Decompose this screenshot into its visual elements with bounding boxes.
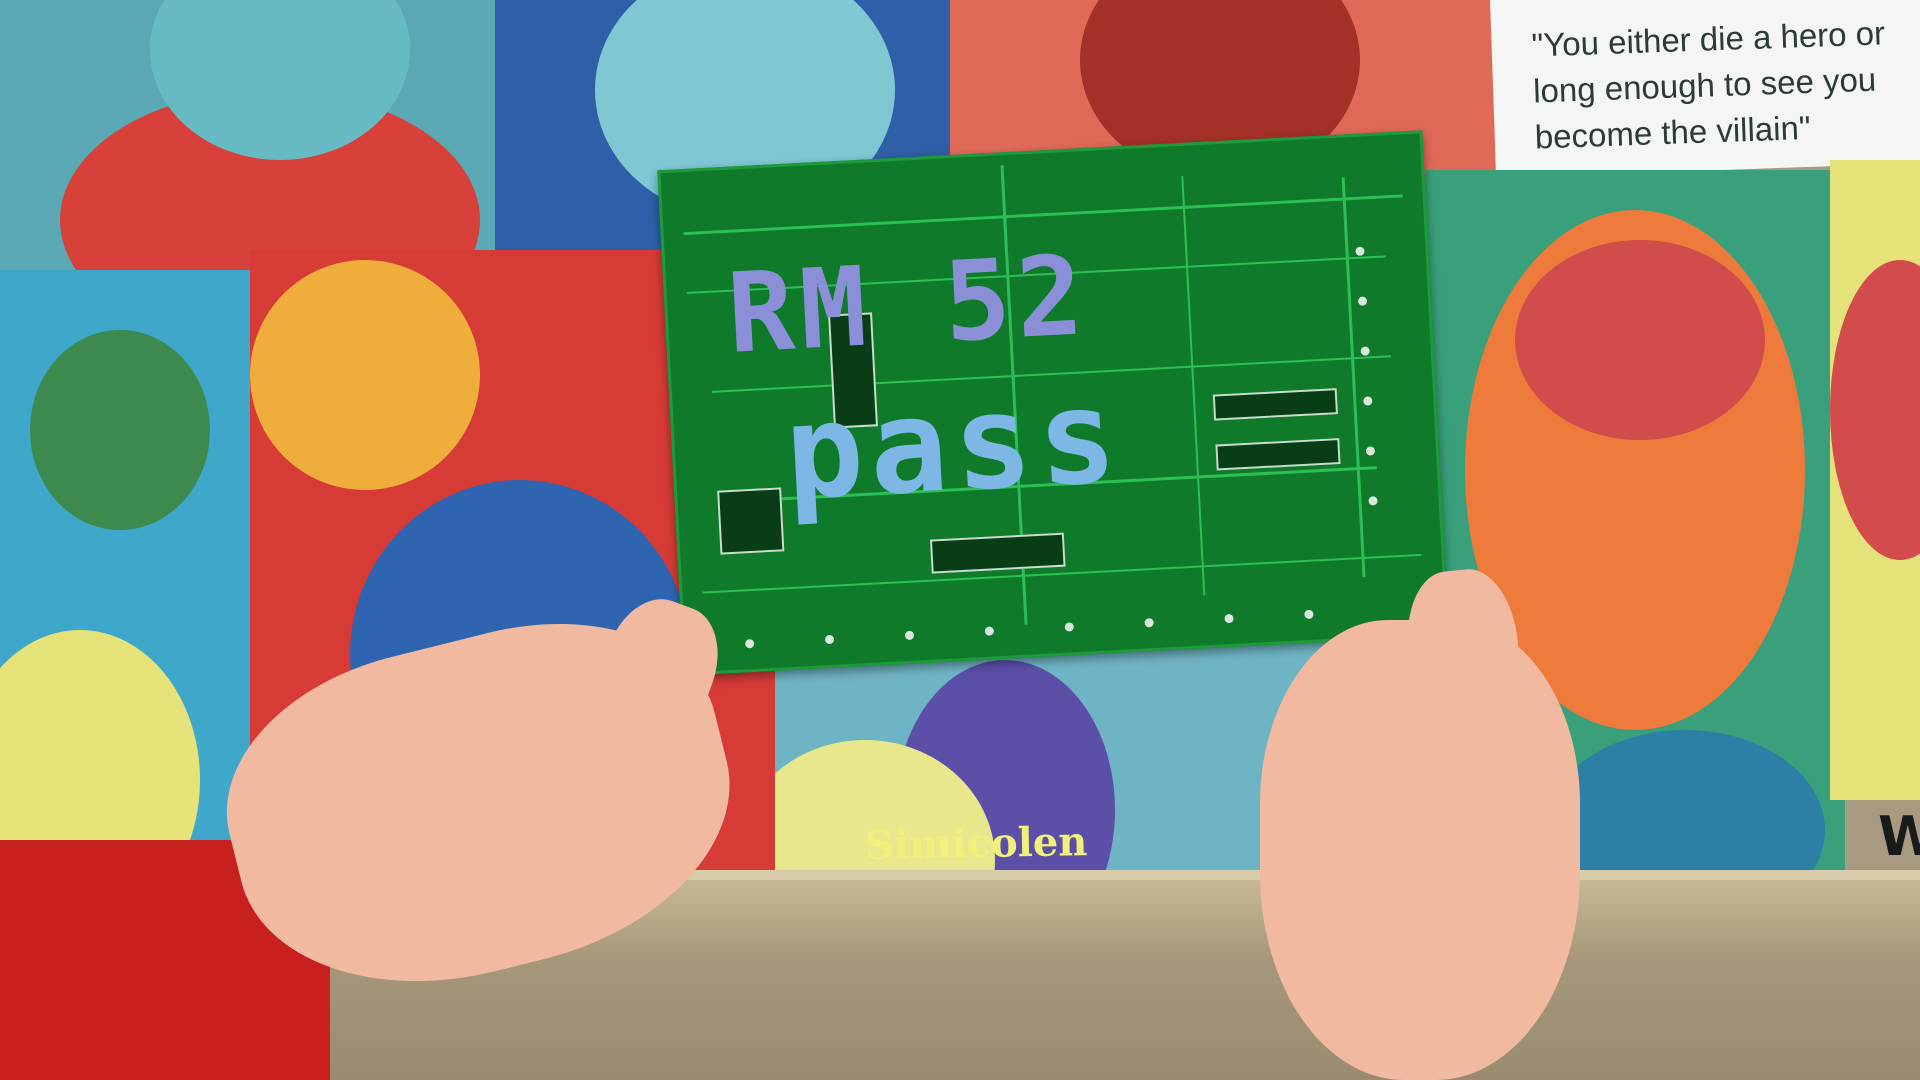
quote-poster: "You either die a hero or long enough to… bbox=[1490, 0, 1920, 178]
poster-name-label: Simicolen bbox=[864, 818, 1088, 869]
board-overlay-line-1: RM 52 bbox=[724, 231, 1092, 378]
poster-cut-letter: W bbox=[1878, 805, 1920, 868]
circuit-board: RM 52 pass bbox=[657, 130, 1449, 676]
board-overlay-line-2: pass bbox=[781, 359, 1126, 529]
photo-scene: "You either die a hero or long enough to… bbox=[0, 0, 1920, 1080]
poster-far-right bbox=[1830, 160, 1920, 800]
poster-top-left bbox=[0, 0, 510, 280]
